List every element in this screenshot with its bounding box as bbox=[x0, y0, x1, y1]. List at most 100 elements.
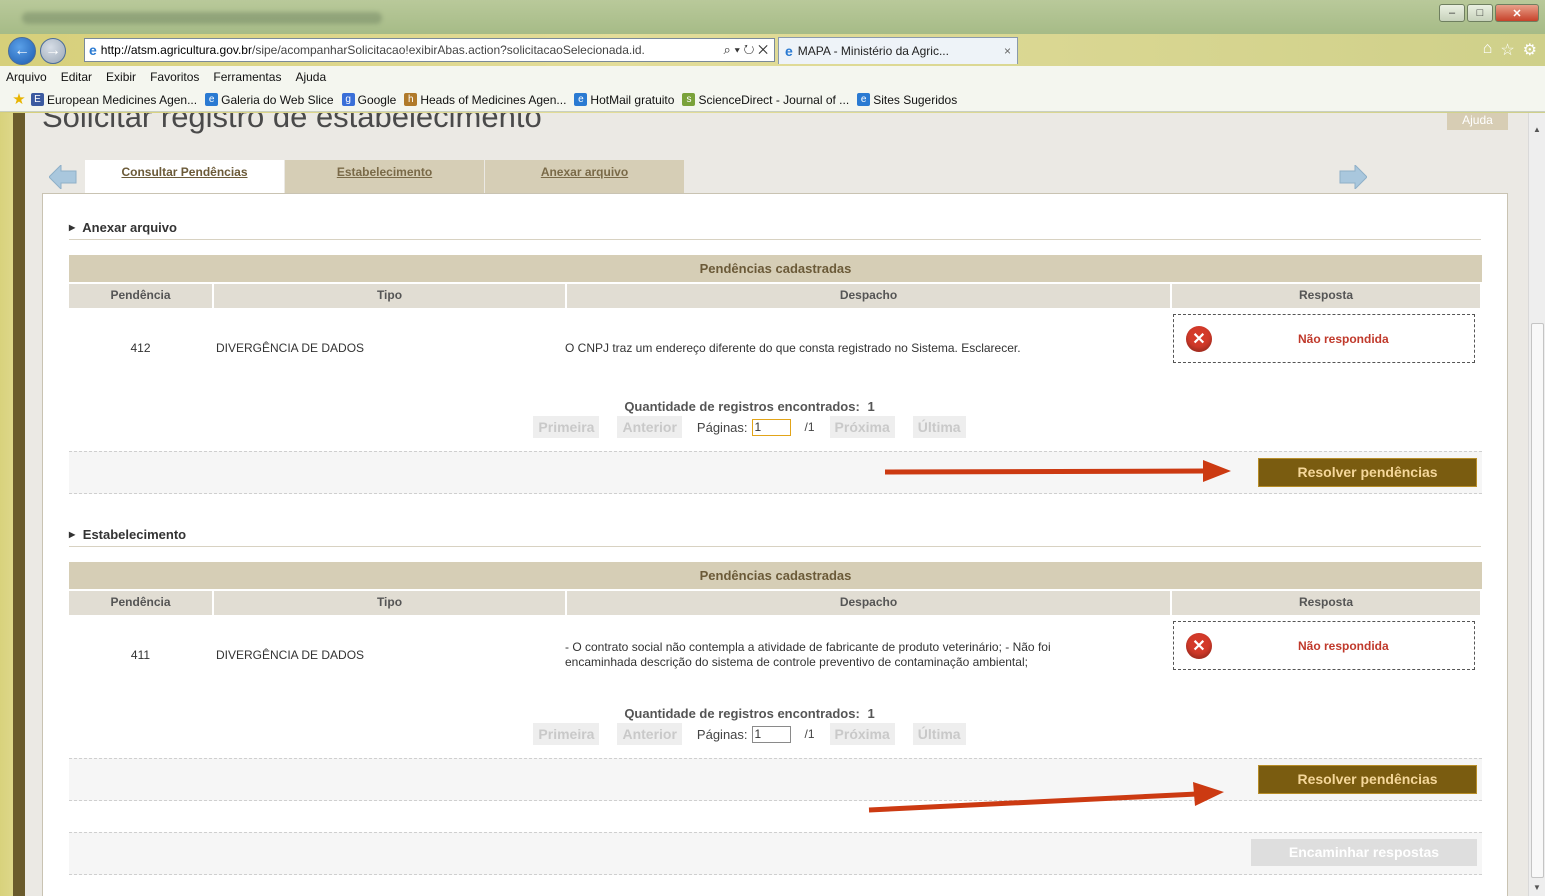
ie-page-icon: e bbox=[574, 93, 588, 106]
error-x-icon: ✕ bbox=[1186, 326, 1212, 352]
column-header-resposta: Resposta bbox=[1172, 284, 1480, 308]
column-header-despacho: Despacho bbox=[567, 284, 1170, 308]
menu-bar: Arquivo Editar Exibir Favoritos Ferramen… bbox=[0, 66, 1545, 88]
section-header-estabelecimento[interactable]: ▶ Estabelecimento bbox=[69, 527, 1481, 547]
tab-close-icon[interactable]: × bbox=[1004, 44, 1011, 58]
response-status-box[interactable]: ✕ Não respondida bbox=[1173, 314, 1475, 363]
table-row: 411 DIVERGÊNCIA DE DADOS - O contrato so… bbox=[69, 615, 1482, 695]
gear-icon[interactable]: ⚙ bbox=[1523, 40, 1537, 60]
pages-label: Páginas: bbox=[696, 726, 748, 742]
page-number-input[interactable]: 1 bbox=[751, 418, 791, 436]
pagination: Quantidade de registros encontrados: 1 P… bbox=[43, 706, 1456, 745]
page-viewport: Solicitar registro de estabelecimento Aj… bbox=[25, 113, 1528, 896]
cell-despacho: - O contrato social não contempla a ativ… bbox=[565, 640, 1051, 669]
column-header-resposta: Resposta bbox=[1172, 591, 1480, 615]
favorite-link-google[interactable]: g Google bbox=[341, 93, 396, 107]
home-icon[interactable]: ⌂ bbox=[1483, 40, 1493, 60]
address-tools[interactable]: ⌕ ▾ ↻ ✕ bbox=[718, 42, 774, 58]
menu-item-arquivo[interactable]: Arquivo bbox=[0, 70, 55, 84]
page-left-strip bbox=[0, 113, 25, 896]
pendencias-table: Pendências cadastradas Pendência Tipo De… bbox=[69, 255, 1482, 388]
table-caption: Pendências cadastradas bbox=[69, 562, 1482, 589]
close-window-button[interactable]: ✕ bbox=[1495, 4, 1539, 22]
table-caption: Pendências cadastradas bbox=[69, 255, 1482, 282]
next-page-arrow-icon[interactable] bbox=[1339, 165, 1367, 189]
ie-page-icon: e bbox=[205, 93, 219, 106]
scroll-down-icon[interactable]: ▼ bbox=[1533, 883, 1541, 892]
menu-item-favoritos[interactable]: Favoritos bbox=[144, 70, 207, 84]
navigation-bar: ← → e http://atsm.agricultura.gov.br /si… bbox=[0, 34, 1545, 66]
favorite-label: Sites Sugeridos bbox=[873, 92, 958, 107]
action-bar: Resolver pendências bbox=[69, 451, 1482, 494]
expand-triangle-icon: ▶ bbox=[69, 530, 76, 539]
address-bar[interactable]: e http://atsm.agricultura.gov.br /sipe/a… bbox=[84, 38, 775, 62]
favorite-link-sciencedirect[interactable]: s ScienceDirect - Journal of ... bbox=[682, 93, 849, 107]
favorite-label: HotMail gratuito bbox=[590, 92, 675, 107]
response-status-box[interactable]: ✕ Não respondida bbox=[1173, 621, 1475, 670]
help-button[interactable]: Ajuda bbox=[1447, 113, 1508, 130]
tab-consultar-pendencias[interactable]: Consultar Pendências bbox=[85, 160, 284, 193]
back-arrow-icon: ← bbox=[14, 42, 30, 59]
page-number-input[interactable]: 1 bbox=[751, 725, 791, 743]
records-count: 1 bbox=[867, 399, 875, 414]
section-title: Estabelecimento bbox=[82, 527, 187, 542]
resolve-pendencias-button[interactable]: Resolver pendências bbox=[1258, 765, 1477, 794]
previous-page-button[interactable]: Anterior bbox=[617, 416, 682, 438]
action-bar: Resolver pendências bbox=[69, 758, 1482, 801]
cell-tipo: DIVERGÊNCIA DE DADOS bbox=[216, 648, 365, 662]
submit-responses-button[interactable]: Encaminhar respostas bbox=[1251, 839, 1477, 866]
favorite-link-web-slice[interactable]: e Galeria do Web Slice bbox=[205, 93, 334, 107]
menu-item-exibir[interactable]: Exibir bbox=[100, 70, 144, 84]
scroll-up-icon[interactable]: ▲ bbox=[1533, 125, 1541, 134]
page-scrollbar[interactable]: ▲ ▼ bbox=[1528, 113, 1545, 896]
previous-page-button[interactable]: Anterior bbox=[617, 723, 682, 745]
favorite-link-sites-sugeridos[interactable]: e Sites Sugeridos bbox=[857, 93, 957, 107]
star-icon[interactable]: ☆ bbox=[1500, 40, 1514, 60]
back-button[interactable]: ← bbox=[8, 37, 36, 65]
scroll-thumb[interactable] bbox=[1531, 323, 1544, 878]
column-header-tipo: Tipo bbox=[214, 284, 565, 308]
menu-item-ferramentas[interactable]: Ferramentas bbox=[207, 70, 289, 84]
section-title: Anexar arquivo bbox=[82, 220, 177, 235]
cell-tipo: DIVERGÊNCIA DE DADOS bbox=[216, 341, 365, 355]
favorite-link-ema[interactable]: E European Medicines Agen... bbox=[31, 93, 197, 107]
minimize-button[interactable]: – bbox=[1439, 4, 1465, 22]
favorite-link-hotmail[interactable]: e HotMail gratuito bbox=[574, 93, 674, 107]
url-domain: http://atsm.agricultura.gov.br bbox=[100, 43, 252, 57]
menu-item-ajuda[interactable]: Ajuda bbox=[289, 70, 334, 84]
next-page-button[interactable]: Próxima bbox=[829, 723, 895, 745]
last-page-button[interactable]: Última bbox=[912, 416, 966, 438]
hma-icon: h bbox=[404, 93, 418, 106]
tab-anexar-arquivo[interactable]: Anexar arquivo bbox=[485, 160, 684, 193]
pages-label: Páginas: bbox=[696, 419, 748, 435]
favorites-bar: ★ E European Medicines Agen... e Galeria… bbox=[0, 88, 1545, 112]
browser-tab[interactable]: e MAPA - Ministério da Agric... × bbox=[778, 37, 1018, 64]
page-total: /1 bbox=[804, 727, 815, 741]
table-row: 412 DIVERGÊNCIA DE DADOS O CNPJ traz um … bbox=[69, 308, 1482, 388]
first-page-button[interactable]: Primeira bbox=[533, 416, 600, 438]
column-header-pendencia: Pendência bbox=[69, 591, 212, 615]
forward-button[interactable]: → bbox=[40, 38, 66, 64]
window-title-blurred bbox=[22, 12, 382, 24]
section-header-anexar-arquivo[interactable]: ▶ Anexar arquivo bbox=[69, 220, 1481, 240]
cell-pendencia: 412 bbox=[130, 341, 151, 355]
tab-estabelecimento[interactable]: Estabelecimento bbox=[285, 160, 484, 193]
prev-page-arrow-icon[interactable] bbox=[49, 165, 77, 189]
favorite-link-hma[interactable]: h Heads of Medicines Agen... bbox=[404, 93, 566, 107]
window-controls: – □ ✕ bbox=[1439, 4, 1539, 22]
next-page-button[interactable]: Próxima bbox=[829, 416, 895, 438]
resolve-pendencias-button[interactable]: Resolver pendências bbox=[1258, 458, 1477, 487]
table-header-row: Pendência Tipo Despacho Resposta bbox=[69, 284, 1482, 308]
first-page-button[interactable]: Primeira bbox=[533, 723, 600, 745]
submit-bar: Encaminhar respostas bbox=[69, 832, 1482, 875]
last-page-button[interactable]: Última bbox=[912, 723, 966, 745]
menu-item-editar[interactable]: Editar bbox=[55, 70, 100, 84]
page-tabs: Consultar Pendências Estabelecimento Ane… bbox=[85, 160, 685, 193]
response-status: Não respondida bbox=[1298, 639, 1389, 653]
column-header-tipo: Tipo bbox=[214, 591, 565, 615]
browser-tab-title: MAPA - Ministério da Agric... bbox=[797, 44, 949, 58]
records-count-label: Quantidade de registros encontrados: bbox=[624, 399, 860, 414]
page-title: Solicitar registro de estabelecimento bbox=[42, 113, 542, 134]
favorites-star-icon[interactable]: ★ bbox=[10, 92, 28, 107]
maximize-button[interactable]: □ bbox=[1467, 4, 1493, 22]
